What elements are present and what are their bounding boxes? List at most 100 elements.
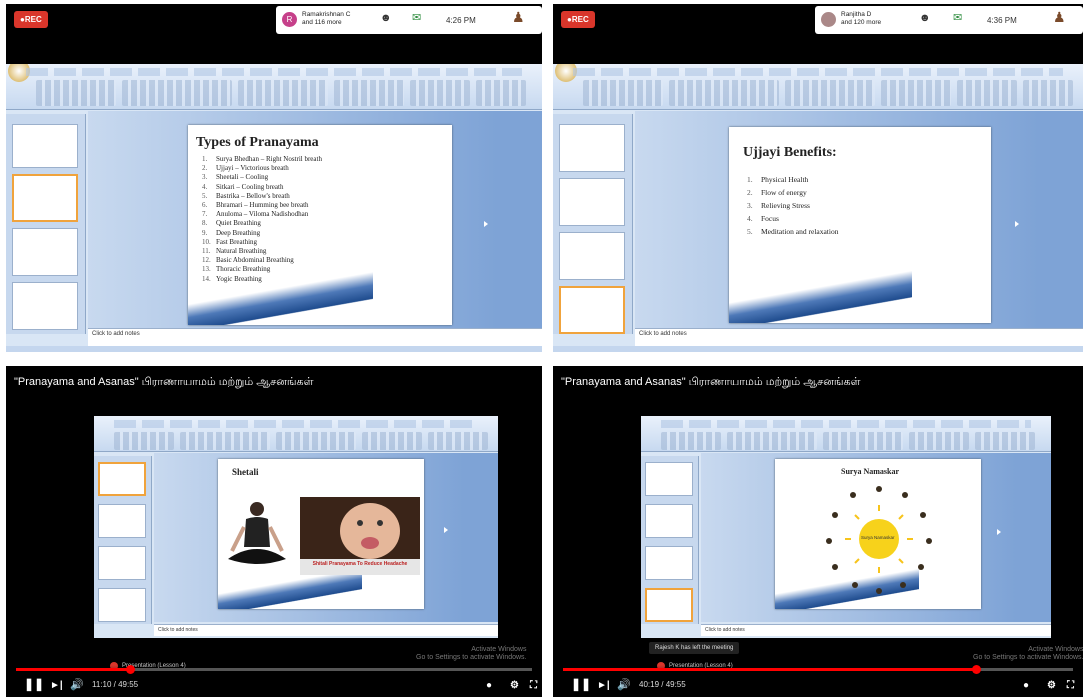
pause-icon[interactable]: ❚❚: [24, 677, 44, 691]
slide-thumbnail[interactable]: [559, 232, 625, 280]
bullet-number: 10.: [202, 237, 211, 246]
slide-thumbnail[interactable]: [645, 462, 693, 496]
participant-summary[interactable]: Ranjitha D and 120 more: [841, 11, 881, 27]
slide-thumbnail[interactable]: [559, 124, 625, 172]
participants-icon[interactable]: ☻: [919, 12, 931, 24]
ribbon-group-drawing[interactable]: [881, 80, 951, 106]
ribbon-group-font[interactable]: [180, 432, 270, 450]
autoplay-toggle-icon[interactable]: ●: [486, 680, 492, 691]
volume-icon[interactable]: 🔊: [617, 678, 631, 691]
slide-canvas: Shetali Shitali Pranayama To Reduce Head…: [154, 453, 498, 622]
ribbon-tabs[interactable]: [26, 68, 522, 76]
video-title[interactable]: "Pranayama and Asanas" பிராணாயாமம் மற்று…: [561, 376, 861, 390]
slide-thumbnail[interactable]: [12, 282, 78, 330]
settings-icon[interactable]: ⚙: [1047, 680, 1056, 691]
slide-thumbnail[interactable]: [559, 178, 625, 226]
volume-icon[interactable]: 🔊: [70, 678, 84, 691]
bullet-number: 14.: [202, 274, 211, 283]
slide-thumbnail[interactable]: [12, 228, 78, 276]
next-icon[interactable]: ►|: [597, 680, 610, 691]
ribbon-group-editing[interactable]: [975, 432, 1035, 450]
autoplay-toggle-icon[interactable]: ●: [1023, 680, 1029, 691]
ribbon-tabs[interactable]: [573, 68, 1063, 76]
ribbon-group-paragraph[interactable]: [276, 432, 356, 450]
scrubber-handle[interactable]: [125, 665, 135, 674]
slide-thumbnail-selected[interactable]: [12, 174, 78, 222]
ribbon-group-clipboard[interactable]: [661, 432, 721, 450]
slide-bullet-item: 9. Deep Breathing: [202, 229, 322, 238]
slide-thumbnail[interactable]: [98, 546, 146, 580]
bullet-number: 4.: [202, 182, 208, 191]
ribbon-group-drawing[interactable]: [362, 432, 422, 450]
participant-avatar[interactable]: [821, 12, 836, 27]
slide-shetali: Shetali Shitali Pranayama To Reduce Head…: [218, 459, 424, 609]
ribbon-group-paragraph[interactable]: [238, 80, 328, 106]
slide-bullet-item: 7. Anuloma – Viloma Nadishodhan: [202, 210, 322, 219]
slide-thumbnail[interactable]: [12, 124, 78, 168]
ribbon-group-paragraph[interactable]: [823, 432, 903, 450]
slide-bullet-item: 12. Basic Abdominal Breathing: [202, 256, 322, 265]
ribbon-group-drawing[interactable]: [334, 80, 404, 106]
slide-thumbnail[interactable]: [645, 504, 693, 538]
ribbon-group-drawing[interactable]: [909, 432, 969, 450]
ribbon-group-font[interactable]: [727, 432, 817, 450]
powerpoint-window: Surya Namaskar Surya Namaskar Click to a…: [641, 416, 1051, 638]
chat-icon[interactable]: ✉: [953, 11, 962, 24]
meeting-toolbar: REC R Ramakrishnan C and 116 more ☻ ✉ 4:…: [6, 4, 542, 38]
ribbon-tabs[interactable]: [661, 420, 1031, 428]
video-title[interactable]: "Pranayama and Asanas" பிராணாயாமம் மற்று…: [14, 376, 314, 390]
user-icon[interactable]: ♟: [1053, 9, 1066, 26]
ribbon-group-font[interactable]: [122, 80, 232, 106]
progress-bar[interactable]: [563, 665, 1073, 674]
activate-windows-watermark: Activate Windows Go to Settings to activ…: [416, 646, 527, 661]
slide-thumbnail[interactable]: [645, 546, 693, 580]
pause-icon[interactable]: ❚❚: [571, 677, 591, 691]
slide-thumbnail-selected[interactable]: [645, 588, 693, 622]
notes-pane[interactable]: Click to add notes: [635, 328, 1083, 346]
ribbon-group-editing[interactable]: [428, 432, 488, 450]
participant-summary[interactable]: Ramakrishnan C and 116 more: [302, 11, 350, 27]
ribbon-group-arrange[interactable]: [410, 80, 470, 106]
user-icon[interactable]: ♟: [512, 9, 525, 26]
participants-icon[interactable]: ☻: [380, 12, 392, 24]
slide-thumbnail-selected[interactable]: [98, 462, 146, 496]
slide-bullet-item: 4. Sitkari – Cooling breath: [202, 183, 322, 192]
powerpoint-window: Ujjayi Benefits: 1. Physical Health 2. Flow…: [553, 64, 1083, 352]
slide-thumbnails: [553, 114, 633, 334]
bullet-number: 12.: [202, 256, 211, 265]
scrubber-handle[interactable]: [972, 665, 982, 674]
ribbon-group-editing[interactable]: [1023, 80, 1073, 106]
meeting-info-bar: Ranjitha D and 120 more ☻ ✉ 4:36 PM ♟: [815, 6, 1083, 34]
slide-thumbnail[interactable]: [98, 504, 146, 538]
notes-pane[interactable]: Click to add notes: [701, 624, 1051, 636]
notes-pane[interactable]: Click to add notes: [88, 328, 542, 346]
rec-badge[interactable]: REC: [561, 11, 595, 28]
slide-thumbnails: [94, 456, 152, 624]
progress-bar[interactable]: [16, 665, 532, 674]
chat-icon[interactable]: ✉: [412, 11, 421, 24]
notes-pane[interactable]: Click to add notes: [154, 624, 498, 636]
ribbon-tabs[interactable]: [114, 420, 478, 428]
ribbon-group-clipboard[interactable]: [583, 80, 663, 106]
video-controls: ❚❚ ►| 🔊 11:10 / 49:55 ● ⚙ ⛶: [6, 665, 542, 697]
rec-badge[interactable]: REC: [14, 11, 48, 28]
slide-thumbnail[interactable]: [98, 588, 146, 622]
fullscreen-icon[interactable]: ⛶: [530, 680, 537, 691]
ribbon-group-arrange[interactable]: [957, 80, 1017, 106]
ribbon-group-font[interactable]: [669, 80, 779, 106]
meeting-notification-toast[interactable]: Rajesh K has left the meeting: [649, 642, 740, 654]
fullscreen-icon[interactable]: ⛶: [1067, 680, 1074, 691]
slide-thumbnail-selected[interactable]: [559, 286, 625, 334]
bullet-text: Fast Breathing: [216, 237, 258, 246]
ribbon-group-editing[interactable]: [476, 80, 526, 106]
next-icon[interactable]: ►|: [50, 680, 63, 691]
ribbon-group-clipboard[interactable]: [114, 432, 174, 450]
slide-bullet-item: 3. Sheetali – Cooling: [202, 173, 322, 182]
video-time: 11:10 / 49:55: [92, 680, 139, 689]
participant-avatar[interactable]: R: [282, 12, 297, 27]
bullet-number: 2.: [747, 188, 753, 197]
ribbon-group-clipboard[interactable]: [36, 80, 116, 106]
ribbon-group-paragraph[interactable]: [785, 80, 875, 106]
settings-icon[interactable]: ⚙: [510, 680, 519, 691]
bullet-text: Natural Breathing: [216, 247, 267, 256]
